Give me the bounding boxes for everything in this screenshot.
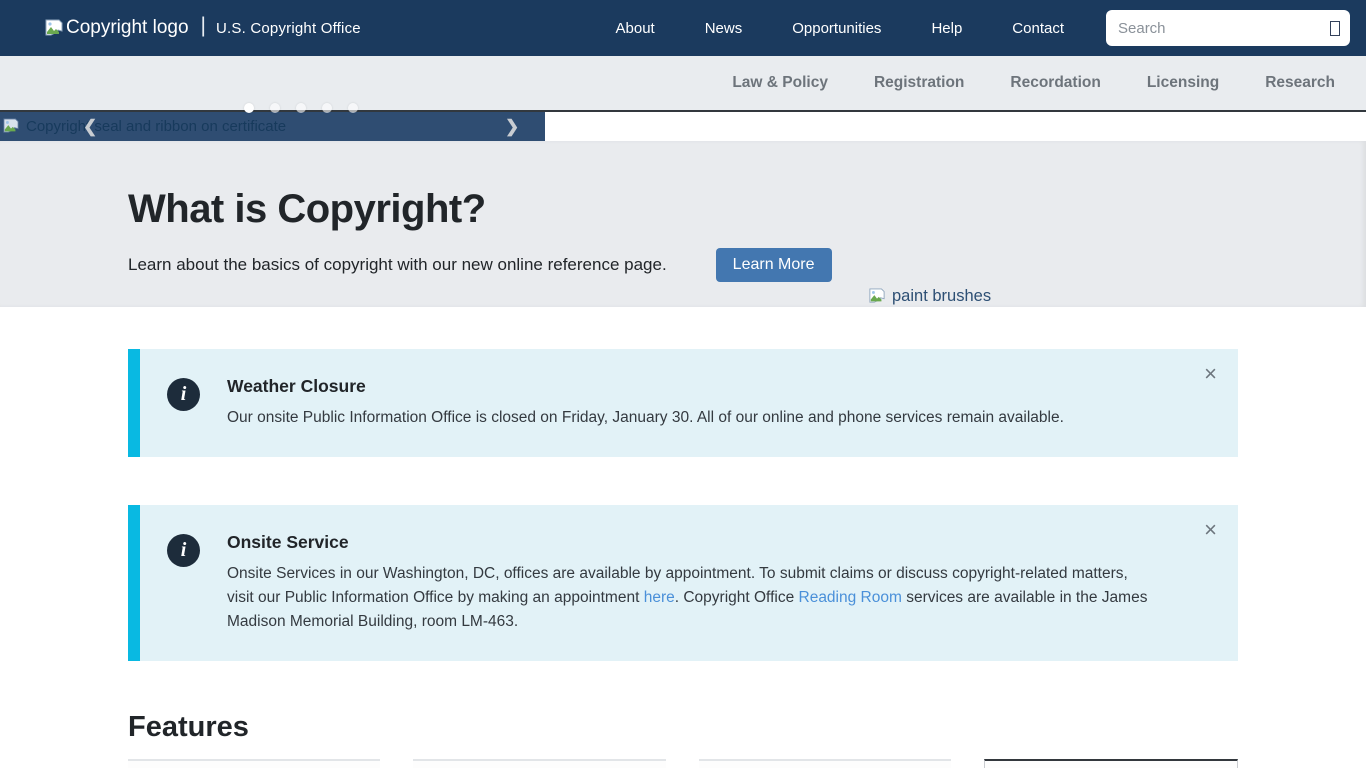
carousel-dots	[244, 103, 358, 113]
feature-cards-row	[128, 759, 1238, 768]
search-box[interactable]	[1106, 10, 1350, 46]
carousel-dot[interactable]	[296, 103, 306, 113]
nav-about[interactable]: About	[616, 20, 655, 37]
feature-card[interactable]	[128, 759, 380, 768]
carousel-dot[interactable]	[348, 103, 358, 113]
alert-body: Our onsite Public Information Office is …	[227, 406, 1157, 430]
nav-help[interactable]: Help	[931, 20, 962, 37]
brand-separator: |	[201, 14, 206, 38]
info-icon: i	[167, 534, 200, 567]
carousel-prev-icon[interactable]: ❮	[83, 113, 97, 140]
feature-card[interactable]	[984, 759, 1238, 768]
features-section: Features	[128, 711, 1238, 768]
carousel-dot[interactable]	[322, 103, 332, 113]
subnav-law-policy[interactable]: Law & Policy	[732, 74, 828, 92]
info-icon: i	[167, 378, 200, 411]
subnav-registration[interactable]: Registration	[874, 74, 964, 92]
site-brand[interactable]: Copyright logo | U.S. Copyright Office	[44, 16, 361, 40]
hero-section: What is Copyright? Learn about the basic…	[0, 141, 1366, 307]
alerts-region: i Weather Closure Our onsite Public Info…	[128, 349, 1238, 661]
broken-image-icon	[2, 118, 22, 136]
subnav-recordation[interactable]: Recordation	[1010, 74, 1100, 92]
top-header: Copyright logo | U.S. Copyright Office A…	[0, 0, 1366, 56]
feature-card[interactable]	[413, 759, 665, 768]
search-input[interactable]	[1118, 20, 1330, 37]
alert-weather-closure: i Weather Closure Our onsite Public Info…	[128, 349, 1238, 457]
subnav-licensing[interactable]: Licensing	[1147, 74, 1219, 92]
carousel-dot[interactable]	[244, 103, 254, 113]
learn-more-button[interactable]: Learn More	[716, 248, 832, 282]
carousel-next-icon[interactable]: ❯	[505, 113, 519, 140]
alert-title: Onsite Service	[227, 532, 1178, 553]
close-icon[interactable]: ×	[1204, 519, 1217, 541]
alert-title: Weather Closure	[227, 376, 1178, 397]
site-name: U.S. Copyright Office	[216, 20, 361, 37]
feature-card[interactable]	[699, 759, 951, 768]
nav-news[interactable]: News	[705, 20, 743, 37]
carousel-slide: Copyright seal and ribbon on certificate	[0, 112, 545, 141]
top-nav: About News Opportunities Help Contact	[616, 20, 1065, 37]
alert-body: Onsite Services in our Washington, DC, o…	[227, 562, 1157, 634]
nav-opportunities[interactable]: Opportunities	[792, 20, 881, 37]
carousel-image-alt: Copyright seal and ribbon on certificate	[0, 118, 286, 136]
reading-room-link[interactable]: Reading Room	[799, 589, 902, 606]
hero-subtitle: Learn about the basics of copyright with…	[128, 255, 667, 275]
close-icon[interactable]: ×	[1204, 363, 1217, 385]
alert-onsite-service: i Onsite Service Onsite Services in our …	[128, 505, 1238, 661]
subnav-research[interactable]: Research	[1265, 74, 1335, 92]
page: Copyright logo | U.S. Copyright Office A…	[0, 0, 1366, 768]
logo-alt-text: Copyright logo	[66, 17, 189, 39]
page-title: What is Copyright?	[128, 187, 1366, 232]
broken-image-icon	[44, 19, 64, 37]
features-title: Features	[128, 711, 1238, 744]
search-icon[interactable]	[1330, 21, 1340, 36]
secondary-nav: Law & Policy Registration Recordation Li…	[0, 56, 1366, 110]
nav-contact[interactable]: Contact	[1012, 20, 1064, 37]
broken-image-icon	[868, 288, 888, 306]
appointment-here-link[interactable]: here	[644, 589, 675, 606]
carousel-dot[interactable]	[270, 103, 280, 113]
hero-image-alt: paint brushes	[868, 287, 991, 306]
carousel: Copyright seal and ribbon on certificate…	[0, 110, 1366, 141]
